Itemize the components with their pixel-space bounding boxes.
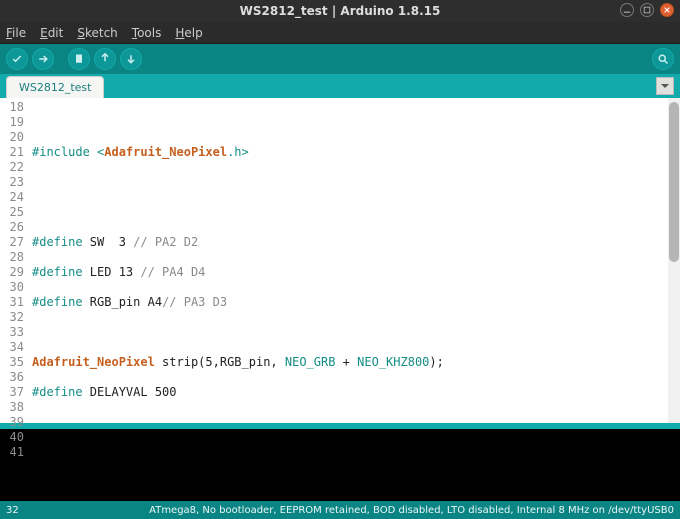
save-button[interactable]	[120, 48, 142, 70]
window-close-button[interactable]	[660, 3, 674, 17]
menu-file[interactable]: File	[6, 26, 26, 40]
code-area[interactable]: #include <Adafruit_NeoPixel.h> #define S…	[28, 98, 668, 423]
toolbar	[0, 44, 680, 74]
scrollbar-thumb[interactable]	[669, 102, 679, 262]
verify-button[interactable]	[6, 48, 28, 70]
editor-vertical-scrollbar[interactable]	[668, 98, 680, 423]
menu-help[interactable]: Help	[175, 26, 202, 40]
status-bar: 32 ATmega8, No bootloader, EEPROM retain…	[0, 501, 680, 519]
menu-tools[interactable]: Tools	[132, 26, 162, 40]
window-maximize-button[interactable]	[640, 3, 654, 17]
open-button[interactable]	[94, 48, 116, 70]
window-title: WS2812_test | Arduino 1.8.15	[240, 4, 441, 18]
new-button[interactable]	[68, 48, 90, 70]
serial-monitor-button[interactable]	[652, 48, 674, 70]
menu-sketch[interactable]: Sketch	[77, 26, 117, 40]
window-minimize-button[interactable]	[620, 3, 634, 17]
status-cursor-line: 32	[6, 505, 19, 516]
menu-bar: File Edit Sketch Tools Help	[0, 22, 680, 44]
upload-button[interactable]	[32, 48, 54, 70]
tab-active[interactable]: WS2812_test	[6, 76, 104, 98]
line-number-gutter: 18192021 22232425 26272829 30313233 3435…	[0, 98, 28, 423]
tab-menu-button[interactable]	[656, 77, 674, 95]
output-console[interactable]	[0, 429, 680, 501]
window-titlebar: WS2812_test | Arduino 1.8.15	[0, 0, 680, 22]
menu-edit[interactable]: Edit	[40, 26, 63, 40]
code-editor[interactable]: 18192021 22232425 26272829 30313233 3435…	[0, 98, 680, 423]
tab-strip: WS2812_test	[0, 74, 680, 98]
status-board-info: ATmega8, No bootloader, EEPROM retained,…	[149, 505, 674, 516]
